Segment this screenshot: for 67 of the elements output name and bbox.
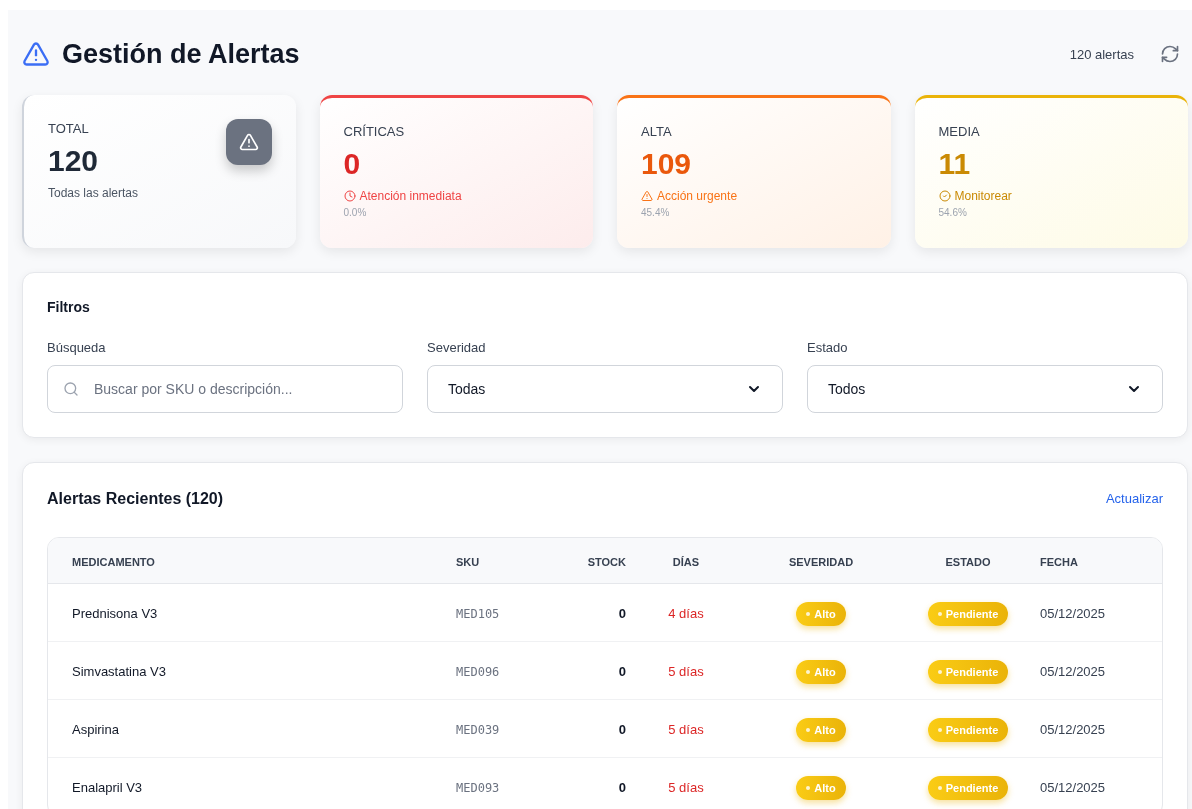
- table-cell: 4 días: [668, 605, 704, 621]
- table-cell: MED105: [456, 606, 500, 621]
- panel-title: Alertas Recientes (120): [47, 489, 224, 509]
- stat-note: Atención inmediata: [359, 187, 462, 205]
- severity-badge: Alto: [796, 659, 846, 685]
- refresh-link[interactable]: Actualizar: [1105, 489, 1163, 509]
- clock-icon: [343, 189, 356, 202]
- table-cell: 5 días: [668, 721, 704, 737]
- table-cell: 0: [618, 721, 626, 737]
- column-header: SKU: [456, 555, 480, 568]
- severity-badge: Alto: [796, 717, 846, 743]
- table-cell: 5 días: [668, 779, 704, 795]
- column-header: FECHA: [1040, 555, 1078, 568]
- table-cell: 0: [618, 663, 626, 679]
- stat-percent: 0.0%: [343, 205, 368, 220]
- stat-value: 109: [641, 146, 693, 182]
- warning-icon: [641, 189, 653, 202]
- table-cell: MED039: [456, 722, 500, 737]
- check-circle-icon: [938, 189, 951, 202]
- stat-value: 11: [938, 146, 972, 182]
- table-cell: Prednisona V3: [72, 605, 158, 621]
- table-cell: 05/12/2025: [1040, 779, 1106, 795]
- status-badge: Pendiente: [927, 601, 1009, 627]
- search-icon: [63, 381, 79, 397]
- table-cell: 05/12/2025: [1040, 663, 1106, 679]
- stat-value: 120: [48, 143, 100, 179]
- table-cell: Aspirina: [72, 721, 119, 737]
- panel-title: Filtros: [47, 297, 91, 317]
- column-header: ESTADO: [945, 555, 991, 568]
- column-header: SEVERIDAD: [788, 555, 854, 568]
- table-cell: Enalapril V3: [72, 779, 143, 795]
- table-cell: Simvastatina V3: [72, 663, 166, 679]
- stat-note: Acción urgente: [657, 187, 738, 205]
- page-title: Gestión de Alertas: [62, 38, 300, 71]
- column-header: DÍAS: [672, 555, 700, 568]
- stat-label: MEDIA: [938, 122, 981, 141]
- stat-percent: 45.4%: [641, 205, 671, 220]
- search-field[interactable]: Buscar por SKU o descripción...: [47, 365, 403, 413]
- dropdown[interactable]: Todas: [427, 365, 783, 413]
- dropdown[interactable]: Todos: [807, 365, 1163, 413]
- status-badge: Pendiente: [927, 775, 1009, 801]
- table-cell: 05/12/2025: [1040, 605, 1106, 621]
- stat-value: 0: [343, 146, 362, 182]
- status-badge: Pendiente: [927, 659, 1009, 685]
- alert-count: 120 alertas: [1069, 45, 1134, 64]
- table-cell: MED096: [456, 664, 500, 679]
- stat-label: ALTA: [641, 122, 673, 141]
- table-cell: 05/12/2025: [1040, 721, 1106, 737]
- field-label: Búsqueda: [47, 338, 107, 357]
- status-badge: Pendiente: [927, 717, 1009, 743]
- field-label: Severidad: [427, 338, 487, 357]
- column-header: STOCK: [587, 555, 626, 568]
- stat-note: Todas las alertas: [48, 184, 139, 202]
- table-cell: 0: [618, 779, 626, 795]
- field-label: Estado: [807, 338, 849, 357]
- stat-note: Monitorear: [954, 187, 1012, 205]
- severity-badge: Alto: [796, 775, 846, 801]
- warning-icon: [225, 118, 272, 165]
- stat-percent: 54.6%: [938, 205, 968, 220]
- table-cell: 5 días: [668, 663, 704, 679]
- table-cell: 0: [618, 605, 626, 621]
- stat-label: TOTAL: [48, 119, 90, 138]
- severity-badge: Alto: [796, 601, 846, 627]
- stat-label: CRÍTICAS: [343, 122, 406, 141]
- column-header: MEDICAMENTO: [72, 555, 155, 568]
- warning-icon: [22, 40, 50, 69]
- table-cell: MED093: [456, 780, 500, 795]
